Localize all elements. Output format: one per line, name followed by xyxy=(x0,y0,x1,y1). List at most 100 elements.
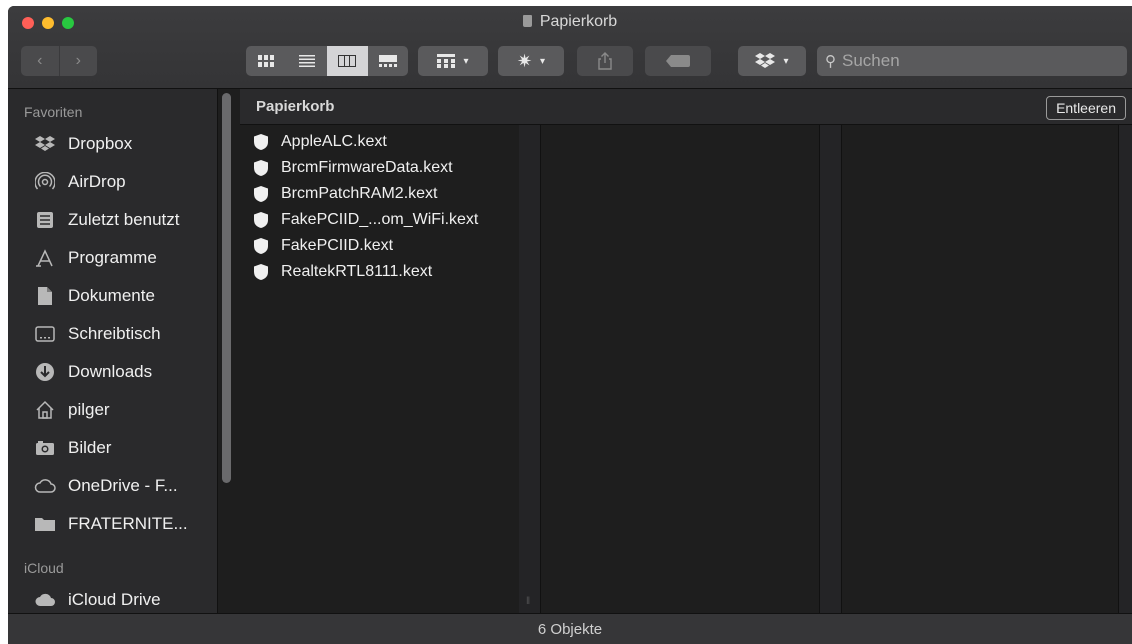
window-title: Papierkorb xyxy=(8,13,1132,31)
kext-shield-icon xyxy=(252,159,270,177)
column-1-resize-strip[interactable]: ǁ xyxy=(519,125,541,613)
sidebar-item-label: Bilder xyxy=(68,438,112,457)
toolbar: Papierkorb ‹ › ▾ ✷ ▾ ▾ ⚲ Suchen xyxy=(8,6,1132,89)
window-title-text: Papierkorb xyxy=(539,13,618,30)
folder-icon xyxy=(34,513,56,535)
icloud-icon xyxy=(34,589,56,611)
columns-icon xyxy=(338,55,357,67)
chevron-down-icon: ▾ xyxy=(783,55,789,67)
group-icon xyxy=(437,54,456,68)
file-name: RealtekRTL8111.kext xyxy=(281,263,433,280)
chevron-down-icon: ▾ xyxy=(463,55,469,67)
column-1: AppleALC.kext BrcmFirmwareData.kext Brcm… xyxy=(240,125,520,613)
icon-view-button[interactable] xyxy=(246,46,287,76)
file-name: FakePCIID.kext xyxy=(281,237,394,254)
downloads-icon xyxy=(34,361,56,383)
sidebar-item-home[interactable]: pilger xyxy=(8,391,217,429)
tags-button[interactable] xyxy=(645,46,711,76)
trash-icon xyxy=(522,15,532,27)
path-header: Papierkorb Entleeren xyxy=(240,89,1132,125)
sidebar-item-pictures[interactable]: Bilder xyxy=(8,429,217,467)
sidebar-item-label: AirDrop xyxy=(68,172,126,191)
sidebar-item-label: Zuletzt benutzt xyxy=(68,210,180,229)
kext-shield-icon xyxy=(252,263,270,281)
file-row[interactable]: BrcmPatchRAM2.kext xyxy=(240,181,519,207)
column-2-resize-strip[interactable] xyxy=(820,125,842,613)
home-icon xyxy=(34,399,56,421)
group-by-button[interactable]: ▾ xyxy=(418,46,488,76)
sidebar-item-label: Downloads xyxy=(68,362,153,381)
sidebar-item-documents[interactable]: Dokumente xyxy=(8,277,217,315)
sidebar-scrollbar[interactable] xyxy=(222,93,231,483)
search-placeholder: Suchen xyxy=(842,51,900,70)
list-view-button[interactable] xyxy=(287,46,328,76)
sidebar-item-dropbox[interactable]: Dropbox xyxy=(8,125,217,163)
desktop-icon xyxy=(34,323,56,345)
kext-shield-icon xyxy=(252,133,270,151)
sidebar-heading-favorites: Favoriten xyxy=(24,104,83,120)
sidebar-item-label: OneDrive - F... xyxy=(68,476,178,495)
sidebar-item-onedrive[interactable]: OneDrive - F... xyxy=(8,467,217,505)
file-row[interactable]: RealtekRTL8111.kext xyxy=(240,259,519,285)
sidebar-item-airdrop[interactable]: AirDrop xyxy=(8,163,217,201)
sidebar-item-label: Programme xyxy=(68,248,157,267)
status-bar: 6 Objekte xyxy=(8,613,1132,644)
view-mode-selector xyxy=(246,46,408,76)
file-row[interactable]: BrcmFirmwareData.kext xyxy=(240,155,519,181)
sidebar-item-downloads[interactable]: Downloads xyxy=(8,353,217,391)
recents-icon xyxy=(34,209,56,231)
column-2 xyxy=(541,125,820,613)
sidebar-item-label: iCloud Drive xyxy=(68,590,161,609)
pictures-icon xyxy=(34,437,56,459)
action-menu-button[interactable]: ✷ ▾ xyxy=(498,46,564,76)
folder-title: Papierkorb xyxy=(256,98,335,115)
gallery-view-button[interactable] xyxy=(368,46,409,76)
file-name: FakePCIID_...om_WiFi.kext xyxy=(281,211,479,228)
sidebar-item-fraternite[interactable]: FRATERNITE... xyxy=(8,505,217,543)
sidebar-item-desktop[interactable]: Schreibtisch xyxy=(8,315,217,353)
sidebar-item-icloud-drive[interactable]: iCloud Drive xyxy=(8,581,217,613)
column-browser: Papierkorb Entleeren AppleALC.kext BrcmF… xyxy=(240,89,1132,613)
back-button[interactable]: ‹ xyxy=(21,46,59,76)
sidebar-item-label: FRATERNITE... xyxy=(68,514,188,533)
column-resize-handle[interactable]: ǁ xyxy=(526,596,530,607)
cloud-icon xyxy=(34,475,56,497)
search-icon: ⚲ xyxy=(825,53,836,70)
file-name: BrcmFirmwareData.kext xyxy=(281,159,453,176)
gallery-icon xyxy=(378,55,397,67)
sidebar-item-recents[interactable]: Zuletzt benutzt xyxy=(8,201,217,239)
documents-icon xyxy=(34,285,56,307)
column-view-button[interactable] xyxy=(327,46,368,76)
sidebar: Favoriten Dropbox AirDrop Zuletzt benutz… xyxy=(8,89,218,613)
file-row[interactable]: FakePCIID.kext xyxy=(240,233,519,259)
column-3-resize-strip[interactable] xyxy=(1118,125,1132,613)
kext-shield-icon xyxy=(252,237,270,255)
forward-button[interactable]: › xyxy=(58,46,98,76)
kext-shield-icon xyxy=(252,211,270,229)
file-row[interactable]: FakePCIID_...om_WiFi.kext xyxy=(240,207,519,233)
dropbox-icon xyxy=(34,133,56,155)
sidebar-item-applications[interactable]: Programme xyxy=(8,239,217,277)
search-field[interactable]: ⚲ Suchen xyxy=(817,46,1127,76)
grid-icon xyxy=(258,55,275,67)
file-name: AppleALC.kext xyxy=(281,133,387,150)
file-name: BrcmPatchRAM2.kext xyxy=(281,185,438,202)
chevron-down-icon: ▾ xyxy=(540,55,546,67)
dropbox-icon xyxy=(755,53,776,68)
tag-icon xyxy=(666,55,690,67)
empty-trash-button[interactable]: Entleeren xyxy=(1046,96,1126,120)
finder-window: Papierkorb ‹ › ▾ ✷ ▾ ▾ ⚲ Suchen Favorite… xyxy=(8,6,1132,644)
sidebar-item-label: pilger xyxy=(68,400,110,419)
applications-icon xyxy=(34,247,56,269)
sidebar-item-label: Schreibtisch xyxy=(68,324,161,343)
file-row[interactable]: AppleALC.kext xyxy=(240,129,519,155)
kext-shield-icon xyxy=(252,185,270,203)
dropbox-button[interactable]: ▾ xyxy=(738,46,806,76)
gear-icon: ✷ xyxy=(516,50,533,71)
airdrop-icon xyxy=(34,171,56,193)
nav-buttons: ‹ › xyxy=(21,46,97,76)
sidebar-item-label: Dropbox xyxy=(68,134,133,153)
share-button[interactable] xyxy=(577,46,633,76)
sidebar-heading-icloud: iCloud xyxy=(24,560,64,576)
sidebar-item-label: Dokumente xyxy=(68,286,155,305)
